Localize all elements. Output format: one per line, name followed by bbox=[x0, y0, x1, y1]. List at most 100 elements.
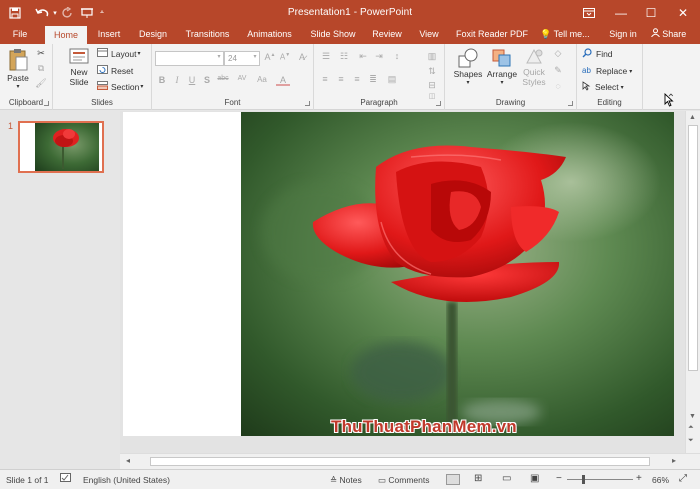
zoom-level[interactable]: 66% bbox=[652, 475, 669, 485]
comments-button[interactable]: ▭ Comments bbox=[378, 475, 430, 486]
slide-show-icon[interactable]: ▣ bbox=[530, 473, 539, 484]
tab-view[interactable]: View bbox=[418, 26, 440, 44]
shapes-button[interactable]: Shapes ▾ bbox=[453, 47, 483, 95]
paste-button[interactable]: Paste ▾ bbox=[4, 47, 32, 91]
zoom-out-button[interactable]: − bbox=[556, 473, 562, 484]
lightbulb-icon: 💡 bbox=[540, 29, 552, 39]
close-button[interactable]: ✕ bbox=[666, 0, 700, 26]
slide-sorter-icon[interactable]: ⊞ bbox=[474, 473, 482, 484]
quick-styles-button[interactable]: Quick Styles bbox=[521, 47, 547, 95]
horizontal-scroll-thumb[interactable] bbox=[150, 457, 650, 466]
select-button[interactable]: Select ▾ bbox=[582, 81, 624, 93]
strikethrough-button[interactable]: abc bbox=[215, 75, 231, 82]
layout-button[interactable]: Layout ▾ bbox=[97, 48, 141, 59]
reset-button[interactable]: Reset bbox=[97, 65, 133, 76]
horizontal-scrollbar[interactable]: ◂ ▸ bbox=[120, 453, 700, 469]
font-launcher-icon[interactable] bbox=[305, 101, 310, 106]
slide-thumbnail-1[interactable] bbox=[18, 121, 104, 173]
cut-icon[interactable]: ✂ bbox=[35, 48, 47, 59]
increase-indent-icon[interactable]: ⇥ bbox=[372, 51, 386, 62]
zoom-slider-track[interactable] bbox=[567, 479, 633, 480]
shape-outline-icon[interactable]: ✎ bbox=[552, 65, 564, 76]
share-button[interactable]: Share bbox=[646, 26, 691, 44]
zoom-in-button[interactable]: + bbox=[636, 473, 642, 484]
section-button[interactable]: Section ▾ bbox=[97, 81, 143, 92]
italic-button[interactable]: I bbox=[172, 75, 182, 85]
text-shadow-button[interactable]: S bbox=[202, 75, 212, 85]
previous-slide-icon[interactable]: ⏶ bbox=[688, 424, 694, 432]
distributed-icon[interactable]: ▤ bbox=[385, 74, 399, 85]
tab-transitions[interactable]: Transitions bbox=[185, 26, 230, 44]
shrink-font-icon[interactable]: A▼ bbox=[279, 52, 291, 62]
underline-button[interactable]: U bbox=[187, 75, 197, 85]
new-slide-button[interactable]: New Slide bbox=[65, 47, 93, 97]
scroll-left-icon[interactable]: ◂ bbox=[126, 456, 130, 465]
align-right-icon[interactable]: ≡ bbox=[350, 74, 364, 84]
font-group-label: Font bbox=[224, 98, 241, 107]
scroll-down-icon[interactable]: ▼ bbox=[689, 413, 696, 420]
shapes-icon bbox=[458, 48, 478, 68]
language-indicator[interactable]: English (United States) bbox=[83, 475, 170, 485]
bold-button[interactable]: B bbox=[157, 75, 167, 85]
align-text-icon[interactable]: ⊟ bbox=[425, 80, 439, 91]
minimize-button[interactable]: — bbox=[604, 0, 638, 26]
tab-slide-show[interactable]: Slide Show bbox=[310, 26, 356, 44]
rose-photo[interactable] bbox=[241, 112, 674, 436]
justify-icon[interactable]: ≣ bbox=[366, 74, 380, 85]
arrange-button[interactable]: Arrange ▾ bbox=[485, 47, 519, 95]
tab-review[interactable]: Review bbox=[372, 26, 402, 44]
align-center-icon[interactable]: ≡ bbox=[334, 74, 348, 84]
fit-to-window-icon[interactable]: ⤢ bbox=[679, 473, 687, 484]
align-left-icon[interactable]: ≡ bbox=[318, 74, 332, 84]
tab-animations[interactable]: Animations bbox=[246, 26, 293, 44]
spell-check-icon[interactable] bbox=[60, 473, 72, 486]
format-painter-icon[interactable]: 🖌 bbox=[35, 78, 47, 89]
numbering-icon[interactable]: ☷ bbox=[336, 51, 352, 62]
ribbon-display-options-icon[interactable] bbox=[572, 0, 606, 26]
scroll-up-icon[interactable]: ▲ bbox=[689, 114, 696, 121]
vertical-scroll-thumb[interactable] bbox=[688, 125, 698, 371]
scroll-right-icon[interactable]: ▸ bbox=[672, 456, 676, 465]
next-slide-icon[interactable]: ⏷ bbox=[688, 437, 694, 445]
vertical-scrollbar[interactable]: ▲ ▼ ⏶ ⏷ bbox=[685, 111, 700, 453]
tab-home[interactable]: Home bbox=[45, 26, 87, 44]
line-spacing-icon[interactable]: ↕ bbox=[390, 51, 404, 61]
columns-icon[interactable]: ▥ bbox=[425, 51, 439, 62]
drawing-launcher-icon[interactable] bbox=[568, 101, 573, 106]
shape-fill-icon[interactable]: ◇ bbox=[552, 48, 564, 59]
slide-1[interactable] bbox=[123, 112, 674, 436]
svg-text:ab: ab bbox=[582, 66, 591, 75]
font-name-dropdown-icon[interactable]: ▾ bbox=[214, 53, 224, 60]
character-spacing-button[interactable]: AV bbox=[234, 75, 250, 82]
reading-view-icon[interactable]: ▭ bbox=[502, 473, 511, 484]
change-case-button[interactable]: Aa bbox=[255, 75, 269, 84]
find-button[interactable]: Find bbox=[582, 48, 613, 60]
replace-button[interactable]: ab Replace ▾ bbox=[582, 65, 632, 77]
tab-foxit-reader-pdf[interactable]: Foxit Reader PDF bbox=[456, 26, 528, 44]
font-color-button[interactable]: A bbox=[276, 75, 290, 86]
comments-icon: ▭ bbox=[378, 475, 387, 485]
bullets-icon[interactable]: ☰ bbox=[318, 51, 334, 62]
normal-view-icon[interactable] bbox=[446, 474, 460, 485]
tab-insert[interactable]: Insert bbox=[96, 26, 122, 44]
decrease-indent-icon[interactable]: ⇤ bbox=[356, 51, 370, 62]
copy-icon[interactable]: ⧉ bbox=[35, 63, 47, 74]
slides-group-label: Slides bbox=[91, 98, 113, 107]
paragraph-group: ☰ ☷ ⇤ ⇥ ↕ ▥ ≡ ≡ ≡ ≣ ▤ ⇅ ⊟ ◫ Paragraph bbox=[314, 44, 445, 110]
notes-button[interactable]: ≙ Notes bbox=[330, 475, 362, 486]
shape-effects-icon[interactable]: ◌ bbox=[552, 81, 564, 91]
restore-button[interactable]: ☐ bbox=[634, 0, 668, 26]
clear-formatting-icon[interactable]: A̷ bbox=[296, 52, 308, 62]
tab-design[interactable]: Design bbox=[138, 26, 168, 44]
tell-me-box[interactable]: 💡 Tell me... bbox=[540, 26, 600, 44]
text-direction-icon[interactable]: ⇅ bbox=[425, 66, 439, 77]
font-size-dropdown-icon[interactable]: ▾ bbox=[250, 53, 260, 60]
tab-file[interactable]: File bbox=[9, 26, 31, 44]
notes-label: Notes bbox=[339, 475, 362, 485]
mouse-cursor-icon bbox=[664, 92, 674, 109]
zoom-slider-thumb[interactable] bbox=[582, 475, 585, 484]
paragraph-launcher-icon[interactable] bbox=[436, 101, 441, 106]
clipboard-launcher-icon[interactable] bbox=[44, 101, 49, 106]
grow-font-icon[interactable]: A▲ bbox=[264, 52, 276, 62]
sign-in-link[interactable]: Sign in bbox=[608, 26, 638, 44]
